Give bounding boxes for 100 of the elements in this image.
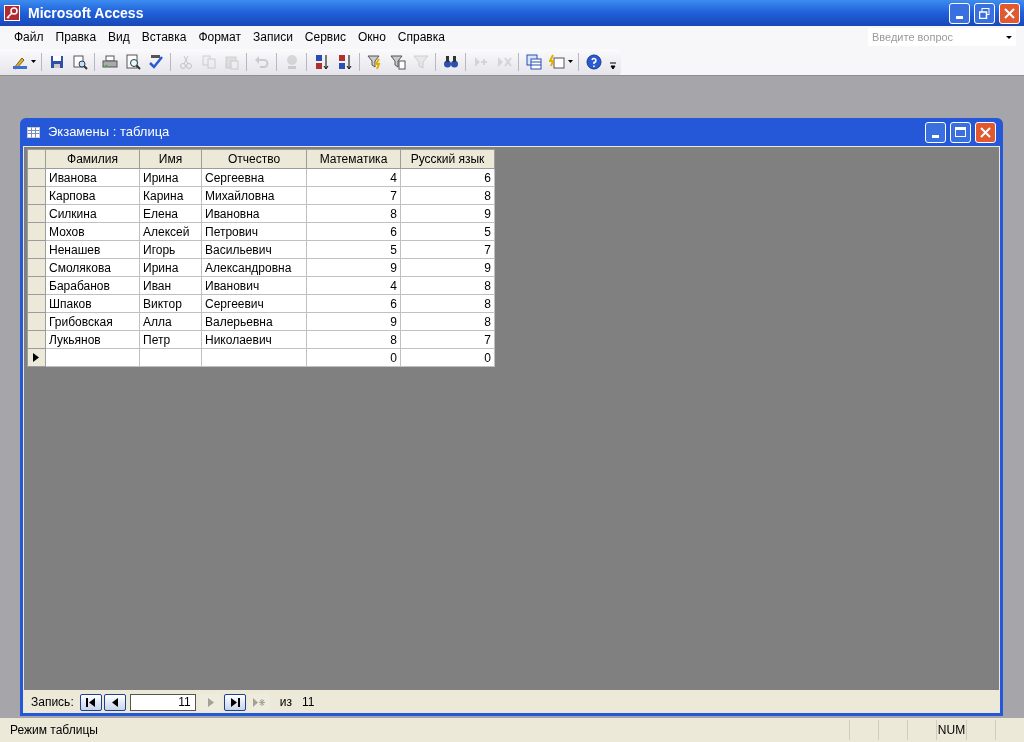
table-cell: Мохов <box>49 224 85 239</box>
table-cell: Ирина <box>143 260 179 275</box>
table-cell: 9 <box>484 260 491 275</box>
maximize-button[interactable] <box>950 121 971 143</box>
menu-item[interactable]: Правка <box>49 27 103 47</box>
table-cell: 9 <box>390 260 397 275</box>
previous-record-button[interactable] <box>103 693 126 711</box>
close-button[interactable] <box>999 2 1020 24</box>
spelling-check-icon <box>147 53 164 70</box>
table-cell: 5 <box>484 224 491 239</box>
menu-item[interactable]: Сервис <box>298 27 352 47</box>
of-label: из <box>279 694 292 711</box>
last-record-icon <box>228 696 241 708</box>
record-number-field[interactable]: 11 <box>129 693 196 711</box>
table-cell: 8 <box>484 296 491 311</box>
table-icon <box>27 126 40 138</box>
table-cell: 9 <box>484 206 491 221</box>
table-cell: Сергеевич <box>205 296 264 311</box>
menu-item[interactable]: Вставка <box>135 27 193 47</box>
table-cell: 8 <box>390 206 397 221</box>
minimize-button[interactable] <box>949 2 970 24</box>
table-cell: Петр <box>143 332 171 347</box>
table-cell: Грибовская <box>49 314 113 329</box>
menu-item[interactable]: Записи <box>247 27 299 47</box>
dropdown-caret-icon[interactable] <box>568 60 573 63</box>
funnel-form-icon <box>389 53 406 70</box>
column-header[interactable]: Имя <box>139 149 202 169</box>
copy-icon <box>200 53 217 70</box>
help-question-field[interactable]: Введите вопрос <box>868 28 1002 46</box>
table-cell: Сергеевна <box>205 170 265 185</box>
first-record-icon <box>84 696 97 708</box>
header-corner[interactable] <box>27 149 46 169</box>
column-header[interactable]: Отчество <box>201 149 307 169</box>
sort-ascending-icon <box>313 53 330 70</box>
print-icon <box>101 53 118 70</box>
last-record-button[interactable] <box>223 693 246 711</box>
table-cell: 8 <box>484 188 491 203</box>
column-header[interactable]: Математика <box>306 149 401 169</box>
table-cell: 8 <box>484 278 491 293</box>
close-icon <box>1004 7 1015 19</box>
status-indicator: NUM <box>937 722 966 739</box>
record-count: 11 <box>301 694 315 711</box>
table-cell: Игорь <box>143 242 176 257</box>
table-cell: 0 <box>484 350 491 365</box>
menu-item[interactable]: Вид <box>102 27 136 47</box>
table-cell: Ирина <box>143 170 179 185</box>
table-cell: 8 <box>484 314 491 329</box>
table-cell: Иванович <box>205 278 260 293</box>
table-cell: 4 <box>390 278 397 293</box>
table-cell: 7 <box>390 188 397 203</box>
column-header[interactable]: Русский язык <box>400 149 495 169</box>
table-cell: 8 <box>390 332 397 347</box>
menu-item[interactable]: Формат <box>192 27 248 47</box>
help-icon <box>585 53 602 70</box>
table-cell: Михайловна <box>205 188 275 203</box>
table-cell: Николаевич <box>205 332 272 347</box>
table-cell: Александровна <box>205 260 292 275</box>
restore-button[interactable] <box>974 2 995 24</box>
help-dropdown-button[interactable] <box>1002 28 1016 46</box>
sort-descending-icon <box>336 53 353 70</box>
cut-icon <box>177 53 194 70</box>
menu-item[interactable]: Справка <box>391 27 451 47</box>
binoculars-icon <box>442 53 459 70</box>
menu-item[interactable]: Окно <box>351 27 392 47</box>
new-record-icon <box>252 696 265 708</box>
table-cell: 6 <box>484 170 491 185</box>
save-icon <box>48 53 65 70</box>
windows-icon <box>525 53 542 70</box>
column-header[interactable]: Фамилия <box>45 149 140 169</box>
first-record-button[interactable] <box>79 693 102 711</box>
table-window-title: Экзамены : таблица <box>48 123 170 142</box>
table-cell: Шпаков <box>49 296 92 311</box>
table-cell: 9 <box>390 314 397 329</box>
table-cell: Алла <box>143 314 172 329</box>
table-cell: Валерьевна <box>205 314 273 329</box>
table-cell: Смолякова <box>49 260 111 275</box>
table-cell: Ивановна <box>205 206 260 221</box>
current-record-icon <box>33 353 39 362</box>
toolbar-options-icon[interactable] <box>609 61 617 71</box>
minimize-button[interactable] <box>925 121 946 143</box>
table-cell: Елена <box>143 206 178 221</box>
close-icon <box>980 126 991 138</box>
menu-item[interactable]: Файл <box>8 27 50 47</box>
table-cell: Силкина <box>49 206 97 221</box>
table-cell: Карина <box>143 188 184 203</box>
table-cell: Карпова <box>49 188 96 203</box>
print-preview-icon <box>124 53 141 70</box>
table-cell: Алексей <box>143 224 190 239</box>
record-label: Запись: <box>31 694 74 711</box>
table-cell: Лукьянов <box>49 332 101 347</box>
dropdown-caret-icon[interactable] <box>31 60 36 63</box>
lightning-form-icon <box>548 53 565 70</box>
table-cell: 7 <box>484 332 491 347</box>
app-key-icon <box>4 5 20 21</box>
close-button[interactable] <box>975 121 996 143</box>
table-cell: Ненашев <box>49 242 101 257</box>
lightning-funnel-icon <box>366 53 383 70</box>
table-cell: 7 <box>484 242 491 257</box>
table-cell: Барабанов <box>49 278 110 293</box>
table-cell: 4 <box>390 170 397 185</box>
